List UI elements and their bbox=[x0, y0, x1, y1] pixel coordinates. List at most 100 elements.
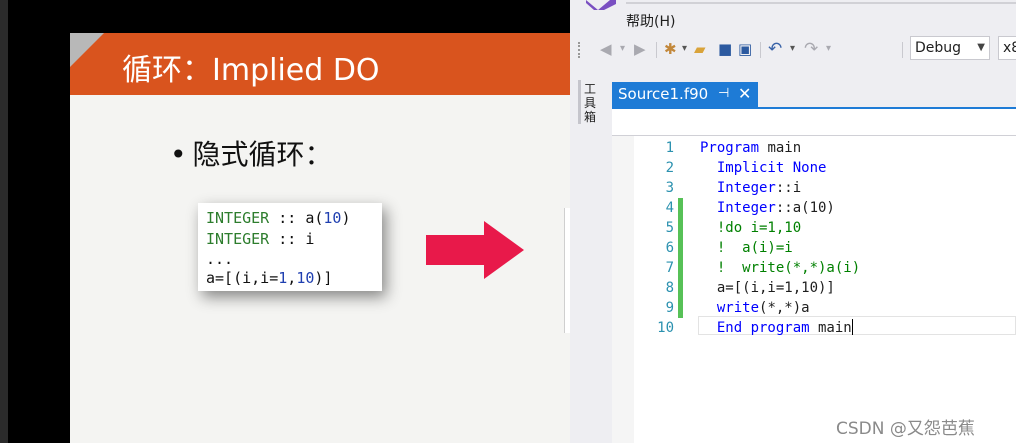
save-icon[interactable]: ■ bbox=[718, 40, 732, 58]
code-snippet-box: INTEGER :: a(10) INTEGER :: i ... a=[(i,… bbox=[198, 203, 382, 291]
line-number: 1 bbox=[665, 140, 674, 156]
code-text: Integer::a(10) bbox=[700, 198, 835, 218]
visual-studio-logo-icon bbox=[586, 0, 616, 10]
platform-value: x8 bbox=[1003, 40, 1016, 56]
code-text: write(*,*)a bbox=[700, 298, 810, 318]
document-area: Source1.f90 ⊣ ✕ 1 Program main 2 Implicit … bbox=[612, 80, 1016, 443]
code-token: Integer bbox=[700, 180, 776, 196]
snippet-line-2: INTEGER :: i bbox=[206, 230, 315, 248]
watermark: CSDN @又怨芭蕉 bbox=[836, 419, 975, 439]
code-line[interactable]: 1 Program main bbox=[612, 138, 1016, 158]
code-text: ! a(i)=i bbox=[700, 238, 793, 258]
change-indicator bbox=[678, 278, 683, 298]
redo-icon[interactable]: ↷ bbox=[804, 40, 818, 58]
toolbar-separator bbox=[760, 42, 761, 58]
code-token: Integer bbox=[700, 200, 776, 216]
line-number: 9 bbox=[665, 300, 674, 316]
change-indicator bbox=[678, 258, 683, 278]
code-line[interactable]: 10 End program main bbox=[612, 318, 1016, 338]
code-text: Implicit None bbox=[700, 158, 827, 178]
code-text: !do i=1,10 bbox=[700, 218, 801, 238]
line-number: 6 bbox=[665, 240, 674, 256]
line-number: 2 bbox=[665, 160, 674, 176]
code-token: Implicit None bbox=[700, 160, 827, 176]
line-number: 3 bbox=[665, 180, 674, 196]
code-line[interactable]: 8 a=[(i,i=1,10)] bbox=[612, 278, 1016, 298]
text-caret bbox=[851, 319, 853, 335]
snippet-line-1: INTEGER :: a(10) bbox=[206, 209, 351, 227]
code-text: End program main bbox=[700, 318, 853, 338]
line-number: 8 bbox=[665, 280, 674, 296]
code-text: Program main bbox=[700, 138, 801, 158]
close-icon[interactable]: ✕ bbox=[738, 82, 751, 106]
code-editor[interactable]: 1 Program main 2 Implicit None 3 Integer::i… bbox=[612, 136, 1016, 443]
save-all-icon[interactable]: ▣ bbox=[738, 40, 752, 58]
code-text: ! write(*,*)a(i) bbox=[700, 258, 860, 278]
line-number: 4 bbox=[665, 200, 674, 216]
toolbar-grip[interactable] bbox=[578, 42, 584, 58]
ide-window: 帮助(H) ◀ ▾ ▶ ✱ ▾ ▰ ■ ▣ ↶ ▾ ↷ ▾ Debug ▼ x8… bbox=[570, 0, 1016, 443]
line-number: 10 bbox=[657, 320, 674, 336]
slide-corner-decoration bbox=[70, 33, 104, 67]
change-indicator bbox=[678, 198, 683, 218]
code-token: !do i=1,10 bbox=[700, 220, 802, 236]
toolbox-tab[interactable]: 工具箱 bbox=[584, 82, 598, 124]
code-line[interactable]: 3 Integer::i bbox=[612, 178, 1016, 198]
code-line[interactable]: 7 ! write(*,*)a(i) bbox=[612, 258, 1016, 278]
slide-bullet: • 隐式循环： bbox=[170, 133, 333, 173]
toolbar-separator bbox=[656, 42, 657, 58]
code-line[interactable]: 6 ! a(i)=i bbox=[612, 238, 1016, 258]
line-number: 5 bbox=[665, 220, 674, 236]
menu-help[interactable]: 帮助(H) bbox=[626, 11, 675, 31]
code-line[interactable]: 9 write(*,*)a bbox=[612, 298, 1016, 318]
navigation-bar[interactable] bbox=[612, 109, 1016, 136]
window-edge bbox=[0, 0, 8, 443]
change-indicator bbox=[678, 218, 683, 238]
code-text: Integer::i bbox=[700, 178, 801, 198]
code-token: main bbox=[809, 320, 852, 336]
solution-config-value: Debug bbox=[915, 40, 962, 56]
code-token: ! write(*,*)a(i) bbox=[700, 260, 861, 276]
line-number: 7 bbox=[665, 260, 674, 276]
platform-dropdown[interactable]: x8 bbox=[998, 36, 1016, 60]
code-token: write bbox=[700, 300, 760, 316]
redo-dropdown-icon[interactable]: ▾ bbox=[826, 40, 831, 58]
new-item-icon[interactable]: ✱ bbox=[664, 40, 677, 58]
bullet-text: 隐式循环： bbox=[192, 138, 333, 171]
toolbar-separator bbox=[902, 42, 903, 58]
code-token: ::a(10) bbox=[775, 200, 835, 216]
bullet-dot: • bbox=[170, 138, 187, 171]
code-line[interactable]: 5 !do i=1,10 bbox=[612, 218, 1016, 238]
new-item-dropdown-icon[interactable]: ▾ bbox=[682, 40, 687, 58]
open-file-icon[interactable]: ▰ bbox=[694, 40, 706, 58]
change-indicator bbox=[678, 238, 683, 258]
slide-header: 循环：Implied DO bbox=[70, 33, 570, 95]
back-icon[interactable]: ◀ bbox=[600, 40, 612, 58]
slide: 循环：Implied DO • 隐式循环： INTEGER :: a(10) IN… bbox=[70, 33, 570, 443]
menu-bar-overflow bbox=[626, 0, 1016, 6]
code-line[interactable]: 4 Integer::a(10) bbox=[612, 198, 1016, 218]
code-token: End program bbox=[700, 320, 810, 336]
back-dropdown-icon[interactable]: ▾ bbox=[620, 40, 625, 58]
right-arrow-icon bbox=[426, 221, 524, 279]
presentation-pane: 循环：Implied DO • 隐式循环： INTEGER :: a(10) IN… bbox=[0, 0, 570, 443]
solution-config-dropdown[interactable]: Debug ▼ bbox=[910, 36, 990, 60]
forward-icon[interactable]: ▶ bbox=[634, 40, 646, 58]
code-token: ::i bbox=[775, 180, 802, 196]
slide-title: 循环：Implied DO bbox=[122, 53, 380, 88]
code-line[interactable]: 2 Implicit None bbox=[612, 158, 1016, 178]
change-indicator bbox=[678, 298, 683, 318]
code-token: main bbox=[759, 140, 802, 156]
code-token: Program bbox=[700, 140, 760, 156]
toolbox-rail-indicator bbox=[578, 80, 581, 124]
pin-icon[interactable]: ⊣ bbox=[718, 82, 729, 106]
undo-dropdown-icon[interactable]: ▾ bbox=[790, 40, 795, 58]
code-token: a=[(i,i=1,10)] bbox=[700, 280, 835, 296]
snippet-line-3: ... bbox=[206, 250, 234, 268]
chevron-down-icon: ▼ bbox=[977, 42, 985, 53]
tab-source1[interactable]: Source1.f90 ⊣ ✕ bbox=[612, 82, 758, 107]
code-text: a=[(i,i=1,10)] bbox=[700, 278, 835, 298]
code-token: ! a(i)=i bbox=[700, 240, 793, 256]
code-token: (*,*)a bbox=[759, 300, 810, 316]
undo-icon[interactable]: ↶ bbox=[768, 40, 782, 58]
